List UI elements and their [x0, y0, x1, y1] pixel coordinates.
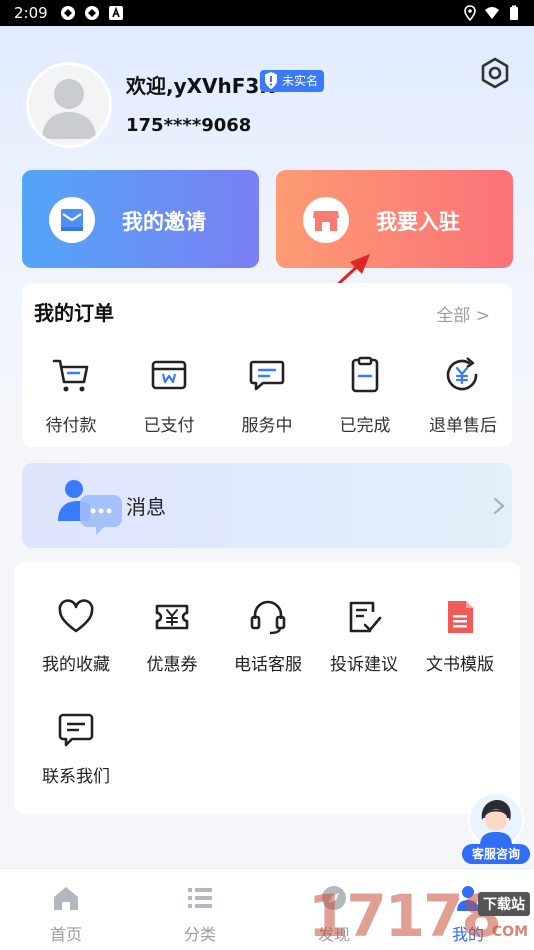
- order-in-service[interactable]: 服务中: [218, 355, 316, 436]
- order-paid[interactable]: 已支付: [120, 355, 218, 436]
- nav-label: 分类: [183, 925, 216, 944]
- default-avatar-icon: [42, 79, 96, 139]
- order-pending-payment[interactable]: 待付款: [22, 355, 120, 436]
- complaints-button[interactable]: 投诉建议: [316, 598, 412, 675]
- my-invitation-label: 我的邀请: [122, 210, 206, 234]
- messages-entry[interactable]: 消息: [22, 463, 512, 548]
- status-time: 2:09: [14, 4, 48, 22]
- order-status-label: 待付款: [45, 416, 97, 436]
- wifi-icon: [485, 7, 499, 19]
- wallet-icon: [151, 360, 187, 390]
- home-icon: [54, 887, 78, 910]
- chevron-right-icon: [493, 497, 505, 515]
- order-status-label: 服务中: [241, 416, 293, 436]
- messages-icon: [58, 480, 122, 535]
- store-icon: [303, 197, 349, 243]
- phone-number: 175****9068: [126, 115, 252, 136]
- avatar[interactable]: [26, 62, 112, 148]
- heart-icon: [58, 599, 94, 633]
- message-icon: [58, 713, 94, 747]
- watermark-logo: 17178 下载站 COM: [308, 880, 534, 950]
- orders-panel: 我的订单 全部 > 待付款 已支付 服务中 已完成 退单售后: [22, 283, 512, 447]
- order-status-label: 退单售后: [429, 416, 497, 436]
- chat-icon: [249, 360, 285, 391]
- coupon-icon: [155, 604, 189, 630]
- feedback-icon: [349, 601, 382, 633]
- nav-category[interactable]: 分类: [160, 883, 240, 945]
- headset-icon: [250, 600, 286, 635]
- a-badge-icon: [109, 6, 123, 20]
- nav-label: 首页: [49, 925, 82, 944]
- battery-icon: [510, 5, 518, 20]
- invite-icon: [49, 197, 95, 243]
- clipboard-icon: [351, 356, 379, 393]
- order-completed[interactable]: 已完成: [316, 355, 414, 436]
- tool-label: 优惠券: [146, 655, 198, 675]
- messages-label: 消息: [126, 495, 166, 519]
- tools-panel: 我的收藏 优惠券 电话客服 投诉建议 文书模版 联系我们: [14, 562, 520, 814]
- list-icon: [188, 888, 212, 908]
- document-icon: [448, 601, 473, 633]
- tool-label: 投诉建议: [330, 655, 398, 675]
- my-invitation-button[interactable]: 我的邀请: [22, 170, 259, 268]
- location-icon: [464, 5, 476, 21]
- refund-icon: [446, 357, 478, 391]
- coupons-button[interactable]: 优惠券: [124, 598, 220, 675]
- username: 欢迎,yXVhF3N: [126, 74, 277, 98]
- nav-home[interactable]: 首页: [26, 883, 106, 945]
- tool-label: 我的收藏: [42, 655, 110, 675]
- verification-badge[interactable]: 未实名: [260, 70, 325, 92]
- settings-icon[interactable]: [478, 56, 512, 90]
- orders-view-all-link[interactable]: 全部 >: [436, 301, 490, 326]
- favorites-button[interactable]: 我的收藏: [28, 598, 124, 675]
- watermark-suffix: COM: [491, 924, 528, 940]
- order-refund-aftersale[interactable]: 退单售后: [414, 355, 512, 436]
- status-bar: 2:09: [0, 0, 534, 26]
- document-templates-button[interactable]: 文书模版: [412, 598, 508, 675]
- verification-badge-label: 未实名: [282, 74, 319, 88]
- customer-service-float-button[interactable]: 客服咨询: [462, 792, 530, 866]
- app-notification-icon: [61, 6, 75, 20]
- watermark-tag: 下载站: [478, 892, 530, 916]
- join-platform-label: 我要入驻: [376, 210, 460, 234]
- cart-icon: [52, 359, 89, 392]
- tool-label: 电话客服: [234, 655, 302, 675]
- phone-support-button[interactable]: 电话客服: [220, 598, 316, 675]
- service-agent-avatar: [468, 792, 524, 848]
- shield-icon: [265, 72, 277, 89]
- order-status-label: 已完成: [339, 416, 391, 436]
- tool-label: 文书模版: [426, 655, 494, 675]
- tool-label: 联系我们: [42, 767, 110, 787]
- contact-us-button[interactable]: 联系我们: [28, 710, 124, 787]
- join-platform-button[interactable]: 我要入驻: [276, 170, 513, 268]
- app-notification-icon: [85, 6, 99, 20]
- orders-title: 我的订单: [34, 301, 114, 325]
- watermark-text: 17178: [308, 882, 502, 950]
- order-status-label: 已支付: [143, 416, 195, 436]
- customer-service-label: 客服咨询: [462, 844, 530, 864]
